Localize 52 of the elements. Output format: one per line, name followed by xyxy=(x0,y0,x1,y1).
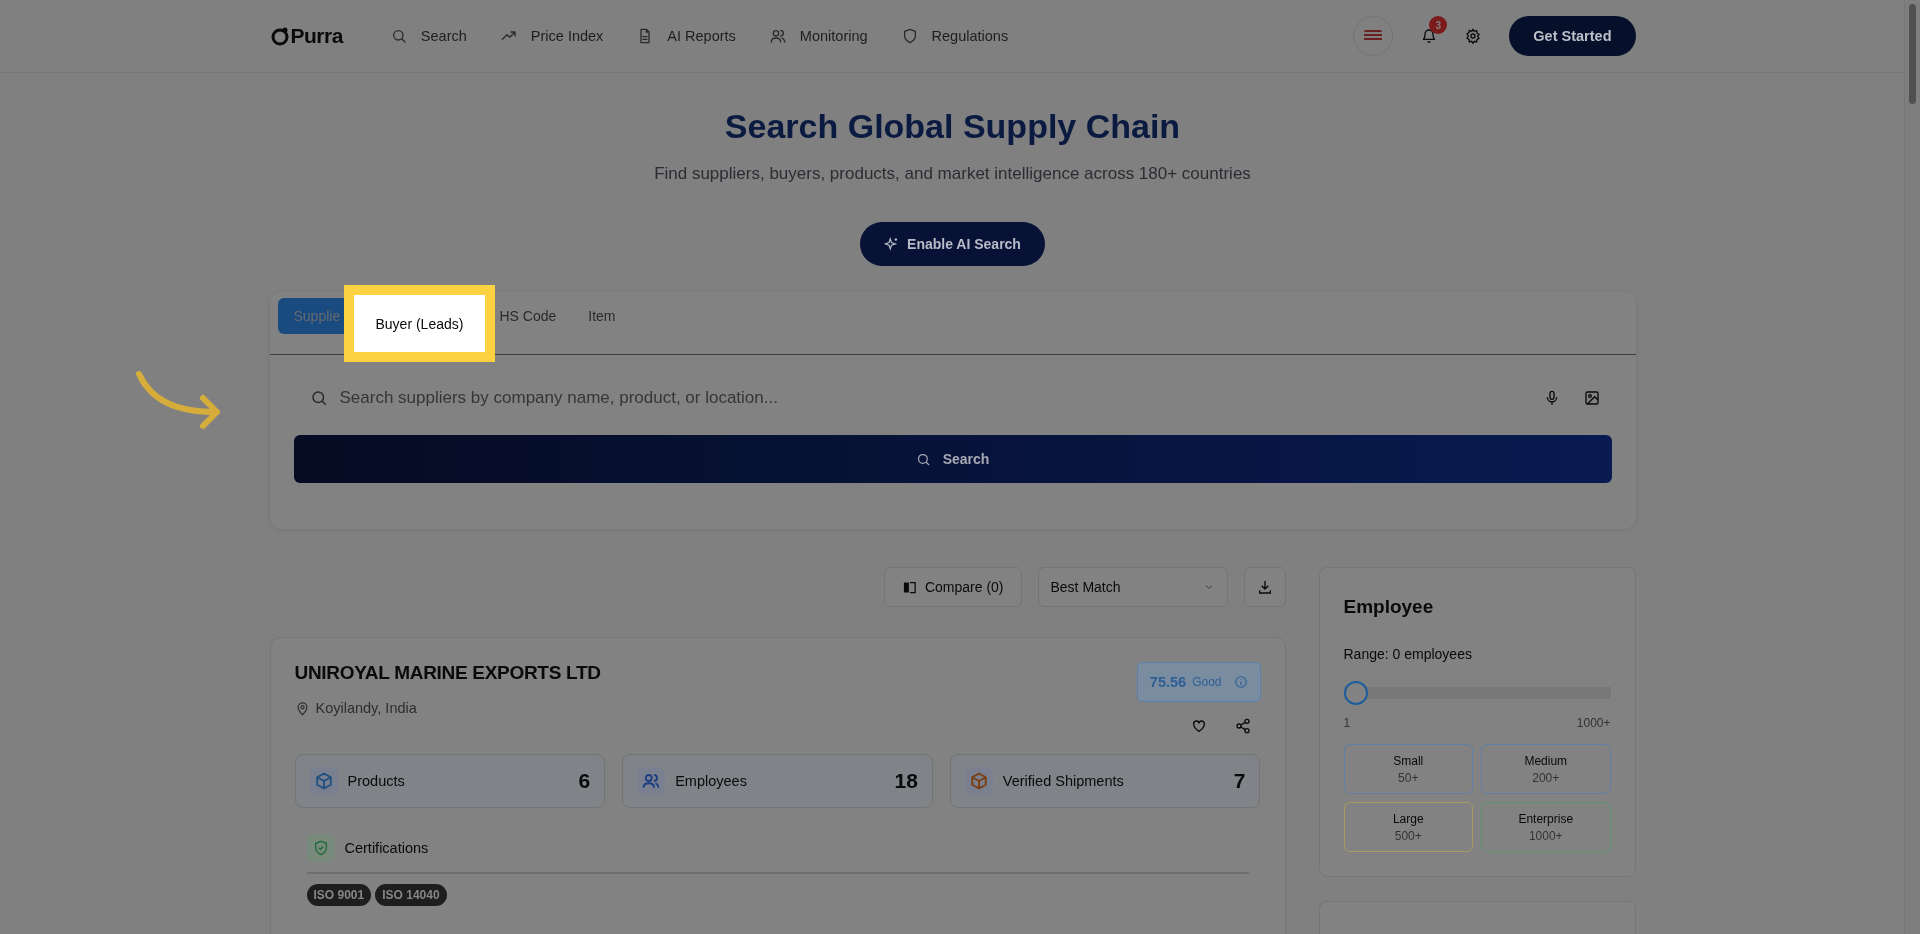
slider-thumb[interactable] xyxy=(1343,681,1368,705)
page-subtitle: Find suppliers, buyers, products, and market intelligence across 180+ countries xyxy=(653,164,1252,184)
certifications-heading: Certifications xyxy=(344,840,429,856)
search-field[interactable]: Search suppliers by company name, product, or location... xyxy=(337,387,1534,409)
shield-check-icon xyxy=(306,834,335,862)
download-icon xyxy=(1256,579,1273,595)
nav-link[interactable]: Monitoring xyxy=(769,28,868,44)
sort-dropdown[interactable]: Best Match xyxy=(1037,567,1228,607)
search-tab[interactable]: Item xyxy=(572,298,632,334)
nav-link[interactable]: Price Index xyxy=(500,28,604,44)
company-location: Koyilandy, India xyxy=(315,700,417,716)
compare-icon xyxy=(901,579,917,595)
download-button[interactable] xyxy=(1243,567,1286,607)
score-badge: 75.56 Good xyxy=(1136,662,1261,702)
search-icon xyxy=(390,28,407,44)
size-option[interactable]: Large 500+ xyxy=(1343,802,1473,852)
sparkle-icon xyxy=(884,236,900,252)
logo-text[interactable]: Purra xyxy=(290,24,343,48)
get-started-button[interactable]: Get Started xyxy=(1509,16,1636,56)
range-label: Range: 0 employees xyxy=(1343,646,1473,662)
nav-link[interactable]: Search xyxy=(390,28,467,44)
size-option[interactable]: Medium 200+ xyxy=(1481,744,1611,794)
shield-icon xyxy=(901,28,918,44)
stat-card: Verified Shipments 7 xyxy=(949,754,1261,808)
logo-icon xyxy=(269,26,290,46)
size-option[interactable]: Small 50+ xyxy=(1343,744,1473,794)
certification-tag: ISO 9001 xyxy=(306,884,372,906)
size-option[interactable]: Enterprise 1000+ xyxy=(1481,802,1611,852)
stat-card: Products 6 xyxy=(294,754,606,808)
filter-title: Employee xyxy=(1343,596,1435,618)
nav-link[interactable]: Regulations xyxy=(901,28,1009,44)
page-title: Search Global Supply Chain xyxy=(723,107,1182,146)
nav-link[interactable]: AI Reports xyxy=(637,28,736,44)
notification-count: 3 xyxy=(1429,16,1448,34)
stat-card: Employees 18 xyxy=(622,754,933,808)
search-tab[interactable]: HS Code xyxy=(495,298,573,334)
company-name[interactable]: UNIROYAL MARINE EXPORTS LTD xyxy=(294,662,601,684)
share-icon[interactable] xyxy=(1234,718,1251,734)
bell-icon[interactable] xyxy=(1421,28,1438,44)
settings-icon[interactable] xyxy=(1465,28,1482,44)
users-icon xyxy=(769,28,786,44)
search-button[interactable]: Search xyxy=(293,435,1612,483)
search-icon xyxy=(915,451,931,467)
slider-max: 1000+ xyxy=(1576,716,1611,730)
ai-search-button[interactable]: Enable AI Search xyxy=(860,222,1045,266)
certification-tag: ISO 14040 xyxy=(375,884,447,906)
search-tab[interactable]: Buyer (Leads) xyxy=(343,285,496,362)
compare-button[interactable]: Compare (0) xyxy=(883,567,1022,607)
heart-icon[interactable] xyxy=(1190,718,1207,734)
search-icon xyxy=(309,389,328,407)
image-icon[interactable] xyxy=(1583,390,1600,406)
slider-min: 1 xyxy=(1343,716,1351,730)
